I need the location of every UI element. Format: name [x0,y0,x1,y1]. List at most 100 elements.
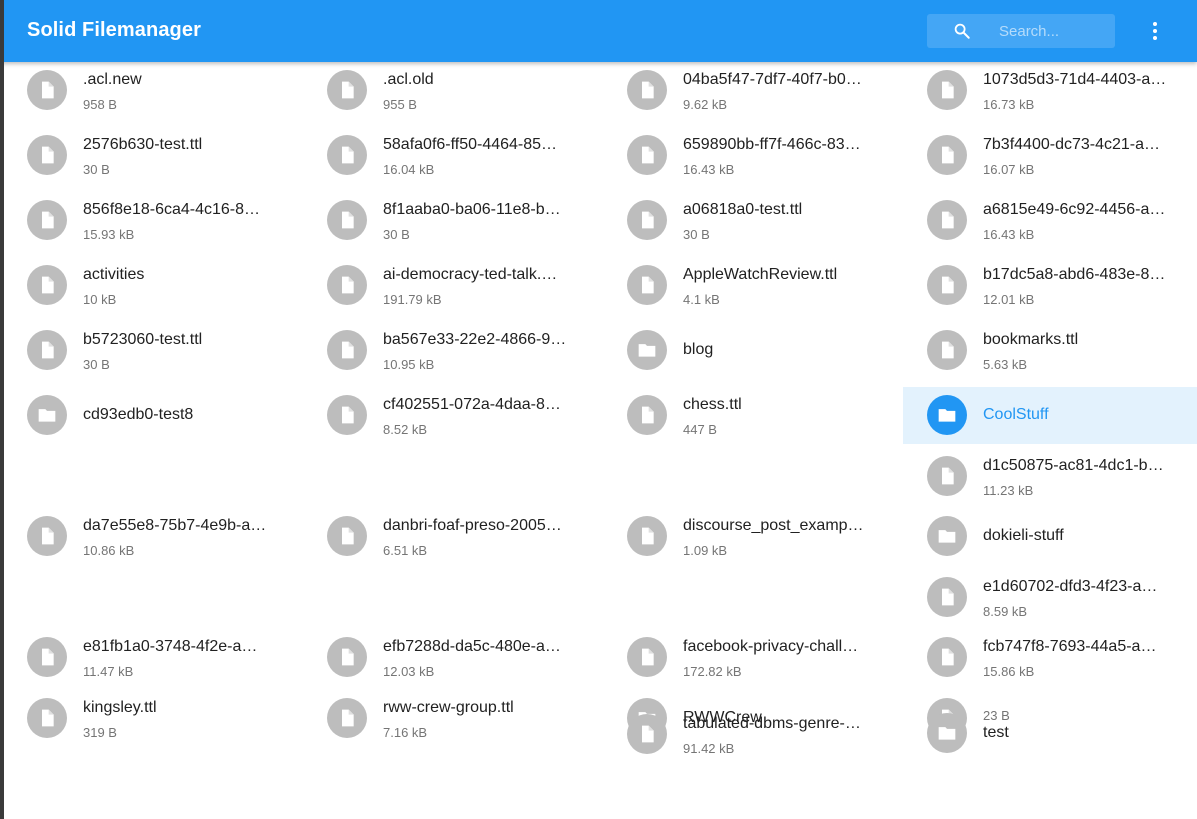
item-name: 04ba5f47-7df7-40f7-b0… [683,71,862,88]
item-size: 11.47 kB [83,664,134,679]
item-name: a06818a0-test.ttl [683,201,803,218]
file-item[interactable]: .acl.new 958 B [3,62,298,119]
file-item[interactable]: a6815e49-6c92-4456-a… 16.43 kB [903,192,1197,249]
file-item[interactable]: discourse_post_examp… 1.09 kB [603,508,898,565]
file-item[interactable]: 58afa0f6-ff50-4464-85… 16.04 kB [303,127,598,184]
search-input[interactable] [999,14,1109,48]
item-size: 15.86 kB [983,664,1035,679]
file-item[interactable]: d1c50875-ac81-4dc1-b… 11.23 kB [903,448,1197,505]
app-bar: Solid Filemanager [0,0,1197,62]
file-icon [27,135,67,175]
file-item[interactable]: danbri-foaf-preso-2005… 6.51 kB [303,508,598,565]
search-box[interactable] [927,14,1115,48]
file-icon [627,637,667,677]
file-icon [27,265,67,305]
item-name: ai-democracy-ted-talk.… [383,266,558,283]
item-name: cd93edb0-test8 [83,406,194,423]
file-item[interactable]: 1073d5d3-71d4-4403-a… 16.73 kB [903,62,1197,119]
file-item[interactable]: 04ba5f47-7df7-40f7-b0… 9.62 kB [603,62,898,119]
item-name: bookmarks.ttl [983,331,1079,348]
item-size: 16.07 kB [983,162,1035,177]
file-item[interactable]: 659890bb-ff7f-466c-83… 16.43 kB [603,127,898,184]
file-item[interactable]: e1d60702-dfd3-4f23-a… 8.59 kB [903,569,1197,626]
file-item[interactable]: 856f8e18-6ca4-4c16-8… 15.93 kB [3,192,298,249]
item-size: 447 B [683,422,717,437]
item-name: 2576b630-test.ttl [83,136,203,153]
item-size: 16.73 kB [983,97,1035,112]
item-name: b5723060-test.ttl [83,331,203,348]
file-item[interactable]: chess.ttl 447 B [603,387,898,444]
item-name: rww-crew-group.ttl [383,699,514,716]
file-item[interactable]: fcb747f8-7693-44a5-a… 15.86 kB [903,629,1197,686]
item-size: 91.42 kB [683,741,735,756]
file-icon [627,135,667,175]
folder-item[interactable]: test [903,705,1197,762]
item-name: ba567e33-22e2-4866-9… [383,331,567,348]
item-size: 8.52 kB [383,422,428,437]
file-item[interactable]: ba567e33-22e2-4866-9… 10.95 kB [303,322,598,379]
item-name: discourse_post_examp… [683,517,864,534]
folder-item[interactable]: dokieli-stuff [903,508,1197,565]
file-item[interactable]: ai-democracy-ted-talk.… 191.79 kB [303,257,598,314]
item-size: 172.82 kB [683,664,742,679]
file-item[interactable]: e81fb1a0-3748-4f2e-a… 11.47 kB [3,629,298,686]
item-size: 11.23 kB [983,483,1034,498]
item-name: danbri-foaf-preso-2005… [383,517,562,534]
item-name: da7e55e8-75b7-4e9b-a… [83,517,267,534]
file-item[interactable]: bookmarks.ttl 5.63 kB [903,322,1197,379]
item-size: 10.95 kB [383,357,435,372]
folder-item[interactable]: CoolStuff [903,387,1197,444]
item-name: 1073d5d3-71d4-4403-a… [983,71,1167,88]
file-item[interactable]: 8f1aaba0-ba06-11e8-b… 30 B [303,192,598,249]
file-item[interactable]: AppleWatchReview.ttl 4.1 kB [603,257,898,314]
item-size: 9.62 kB [683,97,728,112]
file-icon [927,330,967,370]
file-icon [27,70,67,110]
item-size: 30 B [83,162,110,177]
item-name: a6815e49-6c92-4456-a… [983,201,1166,218]
file-icon [327,516,367,556]
file-icon [627,265,667,305]
folder-item[interactable]: cd93edb0-test8 [3,387,298,444]
file-icon [27,698,67,738]
file-item[interactable]: rww-crew-group.ttl 7.16 kB [303,690,598,747]
file-item[interactable]: da7e55e8-75b7-4e9b-a… 10.86 kB [3,508,298,565]
item-size: 30 B [83,357,110,372]
folder-icon [927,395,967,435]
item-size: 5.63 kB [983,357,1028,372]
file-item[interactable]: a06818a0-test.ttl 30 B [603,192,898,249]
file-item[interactable]: .acl.old 955 B [303,62,598,119]
file-icon [27,330,67,370]
item-name: e1d60702-dfd3-4f23-a… [983,578,1158,595]
item-size: 10.86 kB [83,543,135,558]
more-vert-icon[interactable] [1142,19,1166,43]
item-name: test [983,724,1009,741]
file-item[interactable]: kingsley.ttl 319 B [3,690,298,747]
file-item[interactable]: b17dc5a8-abd6-483e-8… 12.01 kB [903,257,1197,314]
file-item[interactable]: activities 10 kB [3,257,298,314]
file-icon [927,70,967,110]
item-name: 58afa0f6-ff50-4464-85… [383,136,558,153]
file-item[interactable]: b5723060-test.ttl 30 B [3,322,298,379]
item-size: 10 kB [83,292,117,307]
item-size: 16.43 kB [683,162,735,177]
item-size: 4.1 kB [683,292,720,307]
item-name: dokieli-stuff [983,527,1064,544]
item-name: 7b3f4400-dc73-4c21-a… [983,136,1161,153]
item-size: 319 B [83,725,117,740]
file-item[interactable]: 7b3f4400-dc73-4c21-a… 16.07 kB [903,127,1197,184]
file-item[interactable]: tabulated-dbms-genre-… 91.42 kB [603,706,898,763]
file-item[interactable]: facebook-privacy-chall… 172.82 kB [603,629,898,686]
search-icon [954,23,970,39]
file-item[interactable]: 2576b630-test.ttl 30 B [3,127,298,184]
item-size: 1.09 kB [683,543,728,558]
file-item[interactable]: cf402551-072a-4daa-8… 8.52 kB [303,387,598,444]
file-icon [27,200,67,240]
file-icon [927,200,967,240]
file-item[interactable]: efb7288d-da5c-480e-a… 12.03 kB [303,629,598,686]
file-icon [327,395,367,435]
folder-item[interactable]: blog [603,322,898,379]
item-size: 7.16 kB [383,725,428,740]
item-name: chess.ttl [683,396,742,413]
file-icon [27,637,67,677]
